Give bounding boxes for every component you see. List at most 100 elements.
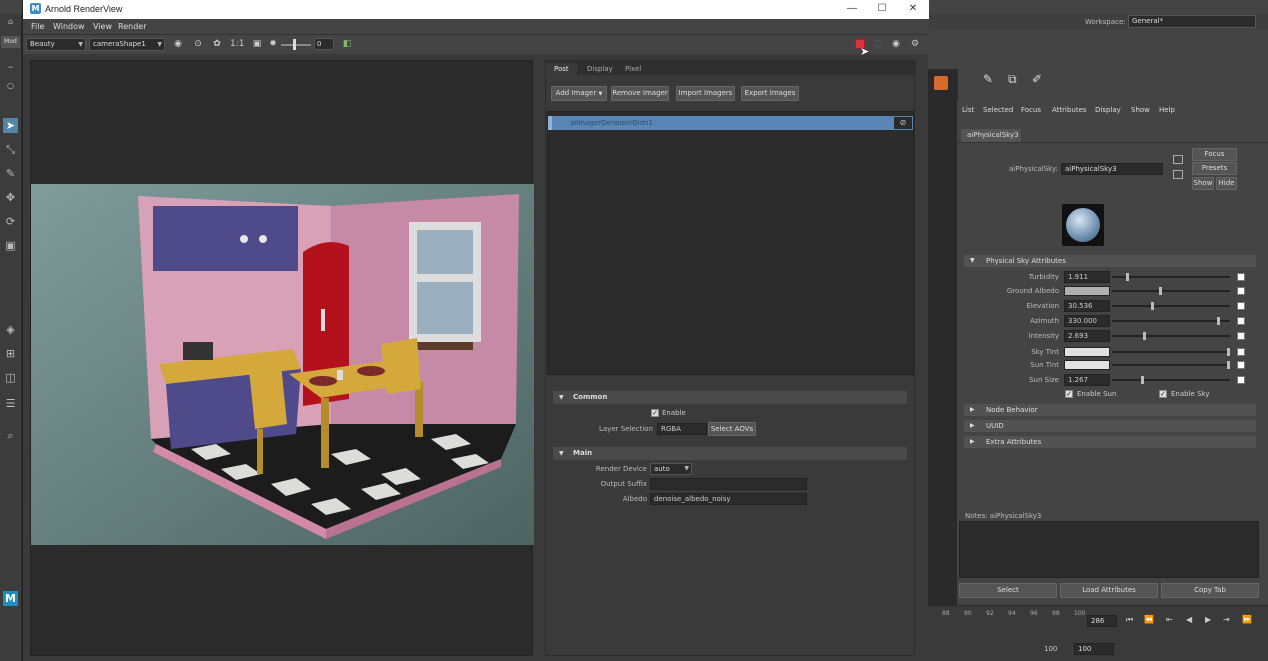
play-forward-icon[interactable]: ▶ — [1205, 615, 1211, 624]
ae-menu-attributes[interactable]: Attributes — [1052, 106, 1087, 114]
attr-slider-knob[interactable] — [1143, 332, 1146, 340]
show-button[interactable]: Show — [1192, 177, 1214, 190]
home-icon[interactable]: ⌂ — [3, 14, 18, 29]
attr-slider-knob[interactable] — [1227, 361, 1230, 369]
color-correct-icon[interactable]: ✿ — [211, 38, 223, 50]
collapse-icon[interactable]: – — [3, 59, 18, 74]
ratio-label[interactable]: 1:1 — [230, 38, 244, 50]
ae-menu-show[interactable]: Show — [1131, 106, 1150, 114]
camera-combo[interactable]: cameraShape1 ▼ — [89, 38, 165, 51]
uuid-section[interactable]: ▶ UUID — [964, 420, 1256, 432]
output-icon[interactable] — [1173, 155, 1183, 164]
attr-slider[interactable] — [1112, 290, 1230, 292]
attr-value-field[interactable]: 1.267 — [1064, 374, 1110, 386]
menu-window[interactable]: Window — [53, 22, 85, 31]
time-slider[interactable]: 88 90 92 94 96 98 100 286 ⏮ ⏪ ⇤ ◀ ▶ ⇥ ⏩ 100 10… — [928, 605, 1268, 661]
render-region-icon[interactable]: ◉ — [172, 38, 184, 50]
attr-slider-knob[interactable] — [1159, 287, 1162, 295]
node-behavior-section[interactable]: ▶ Node Behavior — [964, 404, 1256, 416]
settings-gear-icon[interactable]: ⚙ — [909, 38, 921, 50]
rotate-tool-icon[interactable]: ⟳ — [3, 214, 18, 229]
scale-tool-icon[interactable]: ▣ — [3, 238, 18, 253]
attr-slider-knob[interactable] — [1126, 273, 1129, 281]
crop-icon[interactable]: ⊙ — [192, 38, 204, 50]
maximize-icon[interactable]: ☐ — [870, 2, 894, 16]
ae-menu-help[interactable]: Help — [1159, 106, 1175, 114]
node-name-field[interactable]: aiPhysicalSky3 — [1061, 163, 1163, 175]
attr-value-field[interactable]: 330.000 — [1064, 315, 1110, 327]
enable-sky-checkbox[interactable]: ✓ — [1159, 390, 1167, 398]
enable-sun-checkbox[interactable]: ✓ — [1065, 390, 1073, 398]
imager-list-item[interactable]: aiImagerDenoiserOidn1 — [548, 116, 893, 130]
attr-slider[interactable] — [1112, 351, 1230, 353]
workspace-combo[interactable]: General* — [1128, 15, 1256, 28]
pencil-icon[interactable]: ✎ — [983, 72, 999, 88]
close-icon[interactable]: ✕ — [901, 2, 925, 16]
paint-tool-icon[interactable]: ✎ — [3, 166, 18, 181]
move-tool-icon[interactable]: ✥ — [3, 190, 18, 205]
next-key-icon[interactable]: ⇥ — [1223, 615, 1230, 624]
output-suffix-field[interactable] — [650, 478, 807, 490]
notes-field[interactable] — [959, 521, 1259, 578]
snap-icon[interactable]: ○ — [3, 78, 18, 93]
snapshot-icon[interactable]: ◧ — [341, 38, 353, 50]
brush-icon[interactable]: ✐ — [1032, 72, 1048, 88]
map-button-icon[interactable] — [1237, 302, 1245, 310]
disable-imager-icon[interactable]: ⊘ — [893, 116, 913, 130]
select-aovs-button[interactable]: Select AOVs — [708, 422, 756, 436]
physical-sky-section[interactable]: ▼ Physical Sky Attributes — [964, 255, 1256, 267]
exposure-icon[interactable]: ✹ — [267, 38, 279, 50]
exposure-slider[interactable] — [281, 44, 311, 46]
attr-slider-knob[interactable] — [1217, 317, 1220, 325]
attr-value-field[interactable]: 1.911 — [1064, 271, 1110, 283]
albedo-field[interactable]: denoise_albedo_noisy — [650, 493, 807, 505]
mode-label[interactable]: Mod — [1, 36, 20, 48]
extra-attributes-section[interactable]: ▶ Extra Attributes — [964, 436, 1256, 448]
map-button-icon[interactable] — [1237, 317, 1245, 325]
play-back-icon[interactable]: ◀ — [1186, 615, 1192, 624]
attr-slider[interactable] — [1112, 320, 1230, 322]
attr-value-field[interactable]: 30.536 — [1064, 300, 1110, 312]
step-forward-icon[interactable]: ⏩ — [1242, 615, 1252, 624]
main-section[interactable]: ▼ Main — [553, 447, 907, 460]
common-section[interactable]: ▼ Common — [553, 391, 907, 404]
outliner-icon[interactable]: ☰ — [3, 396, 18, 411]
attr-value-field[interactable]: 2.693 — [1064, 330, 1110, 342]
minimize-icon[interactable]: — — [840, 2, 864, 16]
render-device-combo[interactable]: auto ▼ — [650, 463, 692, 475]
map-button-icon[interactable] — [1237, 287, 1245, 295]
layout-two-icon[interactable]: ◫ — [3, 370, 18, 385]
color-swatch[interactable] — [1064, 347, 1110, 357]
attr-slider-knob[interactable] — [1151, 302, 1154, 310]
map-button-icon[interactable] — [1237, 361, 1245, 369]
fit-frame-icon[interactable]: ▣ — [251, 38, 263, 50]
import-imagers-button[interactable]: Import Imagers — [676, 86, 735, 101]
map-button-icon[interactable] — [1237, 332, 1245, 340]
ipr-icon[interactable]: ◉ — [890, 38, 902, 50]
node-tab[interactable]: aiPhysicalSky3 — [961, 129, 1021, 142]
tab-display[interactable]: Display — [579, 63, 621, 75]
map-button-icon[interactable] — [1237, 273, 1245, 281]
input-icon[interactable] — [1173, 170, 1183, 179]
tab-post[interactable]: Post — [546, 63, 577, 75]
attr-slider-knob[interactable] — [1141, 376, 1144, 384]
select-tool-icon[interactable]: ➤ — [3, 118, 18, 133]
ae-menu-focus[interactable]: Focus — [1021, 106, 1041, 114]
attr-slider-knob[interactable] — [1227, 348, 1230, 356]
step-back-icon[interactable]: ⏪ — [1144, 615, 1154, 624]
imager-list[interactable]: aiImagerDenoiserOidn1 ⊘ — [547, 111, 914, 375]
map-button-icon[interactable] — [1237, 348, 1245, 356]
menu-render[interactable]: Render — [118, 22, 146, 31]
select-button[interactable]: Select — [959, 583, 1057, 598]
layout-four-icon[interactable]: ⊞ — [3, 346, 18, 361]
copy-tab-button[interactable]: Copy Tab — [1161, 583, 1259, 598]
go-start-icon[interactable]: ⏮ — [1126, 615, 1133, 625]
add-imager-button[interactable]: Add Imager ▼ — [551, 86, 607, 101]
prev-key-icon[interactable]: ⇤ — [1166, 615, 1173, 624]
lasso-tool-icon[interactable]: ⤡ — [3, 142, 18, 157]
layer-selection-field[interactable]: RGBA — [657, 423, 707, 435]
range-end-field[interactable]: 100 — [1074, 643, 1114, 655]
layout-single-icon[interactable]: ◈ — [3, 322, 18, 337]
menu-view[interactable]: View — [93, 22, 112, 31]
menu-file[interactable]: File — [31, 22, 44, 31]
